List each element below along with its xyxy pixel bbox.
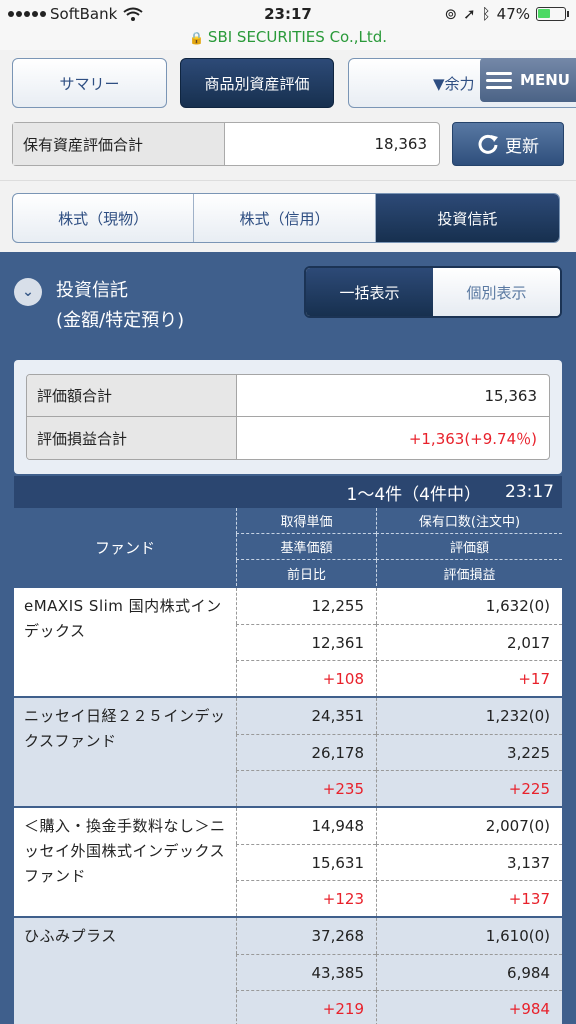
base-price: 26,178 [236, 734, 376, 770]
fund-name[interactable]: ニッセイ日経２２５インデックスファンド [24, 704, 234, 754]
result-count-bar: 1〜4件（4件中） 23:17 [14, 476, 562, 508]
fund-list: eMAXIS Slim 国内株式インデックス 12,255 1,632(0) 1… [14, 586, 562, 1024]
units: 2,007(0) [376, 808, 562, 844]
result-time: 23:17 [505, 482, 554, 502]
rotation-lock-icon: ⊚ [444, 5, 458, 23]
eval-total-value: 15,363 [484, 386, 538, 405]
pl-value: +17 [376, 660, 562, 696]
status-bar: SoftBank 23:17 ⊚ ➚ ᛒ 47% [0, 0, 576, 30]
battery-fill [538, 9, 550, 18]
summary-row-pl: 評価損益合計 +1,363(+9.74％) [27, 417, 549, 459]
day-change: +219 [236, 990, 376, 1024]
fund-name[interactable]: ひふみプラス [24, 924, 234, 949]
display-toggle: 一括表示 個別表示 [304, 266, 562, 318]
eval-value: 6,984 [376, 954, 562, 990]
acq-price: 12,255 [236, 588, 376, 624]
summary-box: 評価額合計 15,363 評価損益合計 +1,363(+9.74％) [14, 360, 562, 474]
url-domain: SBI SECURITIES Co.,Ltd. [207, 28, 388, 46]
day-change: +235 [236, 770, 376, 806]
refresh-label: 更新 [505, 136, 539, 157]
fund-row[interactable]: ＜購入・換金手数料なし＞ニッセイ外国株式インデックスファンド 14,948 2,… [14, 806, 562, 916]
header-units: 保有口数(注文中) [376, 508, 562, 534]
header-pl: 評価損益 [376, 560, 562, 586]
hamburger-icon [486, 71, 513, 89]
eval-value: 2,017 [376, 624, 562, 660]
url-bar[interactable]: 🔒 SBI SECURITIES Co.,Ltd. [0, 28, 576, 50]
units: 1,610(0) [376, 918, 562, 954]
panel-title-main: 投資信託 [56, 280, 128, 301]
day-change: +123 [236, 880, 376, 916]
eval-value: 3,137 [376, 844, 562, 880]
acq-price: 14,948 [236, 808, 376, 844]
summary-row-eval: 評価額合計 15,363 [27, 375, 549, 417]
fund-table-header: ファンド 取得単価 保有口数(注文中) 基準価額 評価額 前日比 評価損益 [14, 508, 562, 586]
eval-total-label: 評価額合計 [27, 375, 237, 416]
header-base-price: 基準価額 [236, 534, 376, 560]
status-indicators: ⊚ ➚ ᛒ 47% [444, 5, 569, 23]
holdings-total: 保有資産評価合計 18,363 [12, 122, 440, 166]
result-range: 1〜4件（4件中） [346, 484, 481, 505]
pl-value: +137 [376, 880, 562, 916]
holdings-total-value: 18,363 [374, 135, 428, 153]
refresh-button[interactable]: 更新 [452, 122, 564, 166]
acq-price: 37,268 [236, 918, 376, 954]
toggle-show-all[interactable]: 一括表示 [306, 268, 433, 316]
summary-table: 評価額合計 15,363 評価損益合計 +1,363(+9.74％) [26, 374, 550, 460]
panel-header: ⌄ 投資信託 (金額/特定預り) 一括表示 個別表示 [0, 252, 576, 356]
fund-row[interactable]: ひふみプラス 37,268 1,610(0) 43,385 6,984 +219… [14, 916, 562, 1024]
header-acq-price: 取得単価 [236, 508, 376, 534]
eval-value: 3,225 [376, 734, 562, 770]
menu-label: MENU [520, 71, 570, 89]
tab-summary[interactable]: サマリー [12, 58, 167, 108]
pl-total-label: 評価損益合計 [27, 417, 237, 459]
base-price: 12,361 [236, 624, 376, 660]
top-navigation: サマリー 商品別資産評価 ▼余力 MENU 保有資産評価合計 18,363 更新 [0, 50, 576, 180]
panel-title: 投資信託 (金額/特定預り) [56, 276, 184, 336]
toggle-show-individual[interactable]: 個別表示 [433, 268, 560, 316]
asset-type-segment: 株式（現物） 株式（信用） 投資信託 [12, 193, 560, 243]
day-change: +108 [236, 660, 376, 696]
base-price: 15,631 [236, 844, 376, 880]
pl-value: +984 [376, 990, 562, 1024]
segment-stock-margin[interactable]: 株式（信用） [194, 194, 376, 242]
battery-percent: 47% [496, 5, 530, 23]
menu-button[interactable]: MENU [480, 58, 576, 102]
header-fund: ファンド [94, 538, 155, 557]
units: 1,632(0) [376, 588, 562, 624]
holdings-total-label: 保有資産評価合計 [13, 123, 225, 165]
lock-icon: 🔒 [188, 31, 204, 45]
tab-asset-by-product[interactable]: 商品別資産評価 [180, 58, 334, 108]
segment-area: 株式（現物） 株式（信用） 投資信託 [0, 180, 576, 252]
battery-icon [536, 7, 569, 21]
acq-price: 24,351 [236, 698, 376, 734]
location-icon: ➚ [463, 5, 476, 23]
panel-title-sub: (金額/特定預り) [56, 310, 185, 331]
fund-name[interactable]: eMAXIS Slim 国内株式インデックス [24, 594, 234, 644]
segment-investment-trust[interactable]: 投資信託 [375, 194, 559, 242]
base-price: 43,385 [236, 954, 376, 990]
units: 1,232(0) [376, 698, 562, 734]
fund-row[interactable]: ニッセイ日経２２５インデックスファンド 24,351 1,232(0) 26,1… [14, 696, 562, 806]
refresh-icon [478, 134, 498, 154]
chevron-down-icon[interactable]: ⌄ [14, 278, 42, 306]
pl-value: +225 [376, 770, 562, 806]
fund-name[interactable]: ＜購入・換金手数料なし＞ニッセイ外国株式インデックスファンド [24, 814, 234, 889]
header-day-change: 前日比 [236, 560, 376, 586]
segment-stock-cash[interactable]: 株式（現物） [13, 194, 195, 242]
header-eval: 評価額 [376, 534, 562, 560]
fund-row[interactable]: eMAXIS Slim 国内株式インデックス 12,255 1,632(0) 1… [14, 586, 562, 696]
bluetooth-icon: ᛒ [481, 5, 491, 23]
investment-trust-panel: ⌄ 投資信託 (金額/特定預り) 一括表示 個別表示 評価額合計 15,363 … [0, 252, 576, 1024]
pl-total-value: +1,363(+9.74％) [408, 429, 537, 448]
